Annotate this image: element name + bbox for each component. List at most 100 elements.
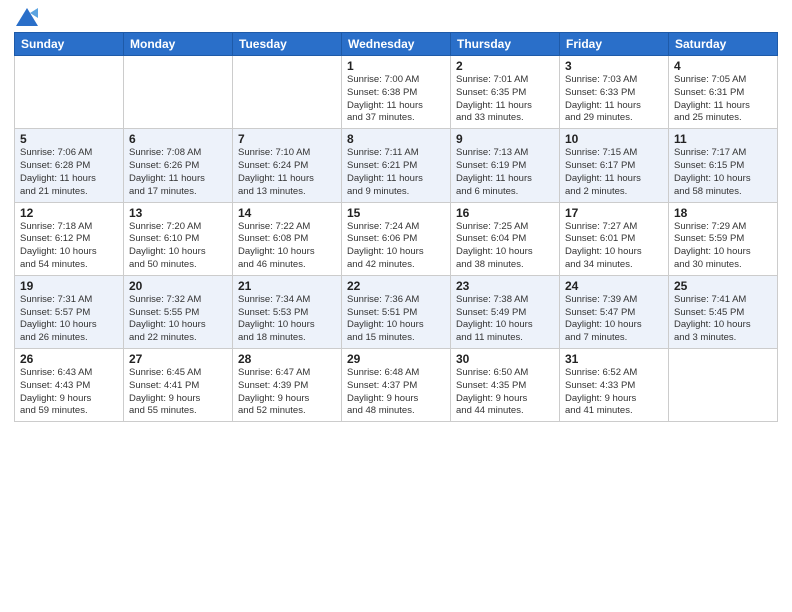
day-info: Sunrise: 7:11 AM Sunset: 6:21 PM Dayligh… (347, 147, 445, 198)
calendar-cell: 3Sunrise: 7:03 AM Sunset: 6:33 PM Daylig… (560, 56, 669, 129)
calendar-cell: 21Sunrise: 7:34 AM Sunset: 5:53 PM Dayli… (233, 275, 342, 348)
day-info: Sunrise: 7:03 AM Sunset: 6:33 PM Dayligh… (565, 74, 663, 125)
calendar-cell: 19Sunrise: 7:31 AM Sunset: 5:57 PM Dayli… (15, 275, 124, 348)
day-info: Sunrise: 7:24 AM Sunset: 6:06 PM Dayligh… (347, 221, 445, 272)
day-number: 8 (347, 132, 445, 146)
day-number: 5 (20, 132, 118, 146)
day-info: Sunrise: 7:36 AM Sunset: 5:51 PM Dayligh… (347, 294, 445, 345)
day-info: Sunrise: 6:48 AM Sunset: 4:37 PM Dayligh… (347, 367, 445, 418)
day-number: 18 (674, 206, 772, 220)
calendar-week-row: 1Sunrise: 7:00 AM Sunset: 6:38 PM Daylig… (15, 56, 778, 129)
day-number: 12 (20, 206, 118, 220)
calendar-cell: 15Sunrise: 7:24 AM Sunset: 6:06 PM Dayli… (342, 202, 451, 275)
page: SundayMondayTuesdayWednesdayThursdayFrid… (0, 0, 792, 612)
calendar-cell: 12Sunrise: 7:18 AM Sunset: 6:12 PM Dayli… (15, 202, 124, 275)
calendar-cell: 18Sunrise: 7:29 AM Sunset: 5:59 PM Dayli… (669, 202, 778, 275)
day-number: 27 (129, 352, 227, 366)
col-header-friday: Friday (560, 33, 669, 56)
day-info: Sunrise: 7:05 AM Sunset: 6:31 PM Dayligh… (674, 74, 772, 125)
day-info: Sunrise: 7:31 AM Sunset: 5:57 PM Dayligh… (20, 294, 118, 345)
day-info: Sunrise: 7:38 AM Sunset: 5:49 PM Dayligh… (456, 294, 554, 345)
day-info: Sunrise: 7:41 AM Sunset: 5:45 PM Dayligh… (674, 294, 772, 345)
day-number: 10 (565, 132, 663, 146)
day-info: Sunrise: 7:39 AM Sunset: 5:47 PM Dayligh… (565, 294, 663, 345)
day-info: Sunrise: 7:06 AM Sunset: 6:28 PM Dayligh… (20, 147, 118, 198)
calendar-cell: 4Sunrise: 7:05 AM Sunset: 6:31 PM Daylig… (669, 56, 778, 129)
day-info: Sunrise: 7:01 AM Sunset: 6:35 PM Dayligh… (456, 74, 554, 125)
calendar-cell: 23Sunrise: 7:38 AM Sunset: 5:49 PM Dayli… (451, 275, 560, 348)
calendar-cell: 24Sunrise: 7:39 AM Sunset: 5:47 PM Dayli… (560, 275, 669, 348)
calendar-cell (233, 56, 342, 129)
col-header-saturday: Saturday (669, 33, 778, 56)
calendar-cell: 13Sunrise: 7:20 AM Sunset: 6:10 PM Dayli… (124, 202, 233, 275)
calendar-cell: 31Sunrise: 6:52 AM Sunset: 4:33 PM Dayli… (560, 349, 669, 422)
calendar-cell: 8Sunrise: 7:11 AM Sunset: 6:21 PM Daylig… (342, 129, 451, 202)
day-info: Sunrise: 7:13 AM Sunset: 6:19 PM Dayligh… (456, 147, 554, 198)
calendar-cell: 20Sunrise: 7:32 AM Sunset: 5:55 PM Dayli… (124, 275, 233, 348)
day-number: 19 (20, 279, 118, 293)
day-number: 17 (565, 206, 663, 220)
day-number: 13 (129, 206, 227, 220)
col-header-sunday: Sunday (15, 33, 124, 56)
calendar-cell: 1Sunrise: 7:00 AM Sunset: 6:38 PM Daylig… (342, 56, 451, 129)
day-info: Sunrise: 7:10 AM Sunset: 6:24 PM Dayligh… (238, 147, 336, 198)
calendar-cell: 11Sunrise: 7:17 AM Sunset: 6:15 PM Dayli… (669, 129, 778, 202)
logo (14, 10, 38, 26)
day-info: Sunrise: 7:32 AM Sunset: 5:55 PM Dayligh… (129, 294, 227, 345)
calendar-cell: 2Sunrise: 7:01 AM Sunset: 6:35 PM Daylig… (451, 56, 560, 129)
day-number: 7 (238, 132, 336, 146)
day-info: Sunrise: 6:47 AM Sunset: 4:39 PM Dayligh… (238, 367, 336, 418)
day-info: Sunrise: 7:22 AM Sunset: 6:08 PM Dayligh… (238, 221, 336, 272)
calendar-cell: 9Sunrise: 7:13 AM Sunset: 6:19 PM Daylig… (451, 129, 560, 202)
day-info: Sunrise: 7:34 AM Sunset: 5:53 PM Dayligh… (238, 294, 336, 345)
calendar-cell: 30Sunrise: 6:50 AM Sunset: 4:35 PM Dayli… (451, 349, 560, 422)
day-number: 1 (347, 59, 445, 73)
day-number: 16 (456, 206, 554, 220)
day-number: 14 (238, 206, 336, 220)
calendar-cell (669, 349, 778, 422)
day-number: 30 (456, 352, 554, 366)
day-number: 15 (347, 206, 445, 220)
calendar-week-row: 19Sunrise: 7:31 AM Sunset: 5:57 PM Dayli… (15, 275, 778, 348)
day-info: Sunrise: 6:52 AM Sunset: 4:33 PM Dayligh… (565, 367, 663, 418)
calendar-cell: 7Sunrise: 7:10 AM Sunset: 6:24 PM Daylig… (233, 129, 342, 202)
calendar-week-row: 26Sunrise: 6:43 AM Sunset: 4:43 PM Dayli… (15, 349, 778, 422)
col-header-tuesday: Tuesday (233, 33, 342, 56)
col-header-monday: Monday (124, 33, 233, 56)
day-number: 22 (347, 279, 445, 293)
day-number: 31 (565, 352, 663, 366)
calendar-header-row: SundayMondayTuesdayWednesdayThursdayFrid… (15, 33, 778, 56)
day-number: 24 (565, 279, 663, 293)
calendar-cell: 6Sunrise: 7:08 AM Sunset: 6:26 PM Daylig… (124, 129, 233, 202)
calendar-cell: 27Sunrise: 6:45 AM Sunset: 4:41 PM Dayli… (124, 349, 233, 422)
day-info: Sunrise: 7:00 AM Sunset: 6:38 PM Dayligh… (347, 74, 445, 125)
day-number: 2 (456, 59, 554, 73)
calendar-cell: 10Sunrise: 7:15 AM Sunset: 6:17 PM Dayli… (560, 129, 669, 202)
day-number: 21 (238, 279, 336, 293)
day-number: 29 (347, 352, 445, 366)
logo-icon (16, 8, 38, 26)
calendar-cell: 28Sunrise: 6:47 AM Sunset: 4:39 PM Dayli… (233, 349, 342, 422)
calendar-cell: 29Sunrise: 6:48 AM Sunset: 4:37 PM Dayli… (342, 349, 451, 422)
day-info: Sunrise: 6:43 AM Sunset: 4:43 PM Dayligh… (20, 367, 118, 418)
calendar-cell: 14Sunrise: 7:22 AM Sunset: 6:08 PM Dayli… (233, 202, 342, 275)
calendar-cell: 16Sunrise: 7:25 AM Sunset: 6:04 PM Dayli… (451, 202, 560, 275)
col-header-wednesday: Wednesday (342, 33, 451, 56)
day-info: Sunrise: 7:08 AM Sunset: 6:26 PM Dayligh… (129, 147, 227, 198)
day-number: 23 (456, 279, 554, 293)
calendar-cell: 26Sunrise: 6:43 AM Sunset: 4:43 PM Dayli… (15, 349, 124, 422)
day-number: 25 (674, 279, 772, 293)
day-number: 6 (129, 132, 227, 146)
day-info: Sunrise: 7:15 AM Sunset: 6:17 PM Dayligh… (565, 147, 663, 198)
calendar-table: SundayMondayTuesdayWednesdayThursdayFrid… (14, 32, 778, 422)
calendar-week-row: 12Sunrise: 7:18 AM Sunset: 6:12 PM Dayli… (15, 202, 778, 275)
day-number: 26 (20, 352, 118, 366)
day-info: Sunrise: 7:17 AM Sunset: 6:15 PM Dayligh… (674, 147, 772, 198)
day-info: Sunrise: 7:27 AM Sunset: 6:01 PM Dayligh… (565, 221, 663, 272)
header (14, 10, 778, 26)
day-number: 3 (565, 59, 663, 73)
day-number: 11 (674, 132, 772, 146)
day-info: Sunrise: 6:50 AM Sunset: 4:35 PM Dayligh… (456, 367, 554, 418)
calendar-cell: 5Sunrise: 7:06 AM Sunset: 6:28 PM Daylig… (15, 129, 124, 202)
day-info: Sunrise: 7:18 AM Sunset: 6:12 PM Dayligh… (20, 221, 118, 272)
